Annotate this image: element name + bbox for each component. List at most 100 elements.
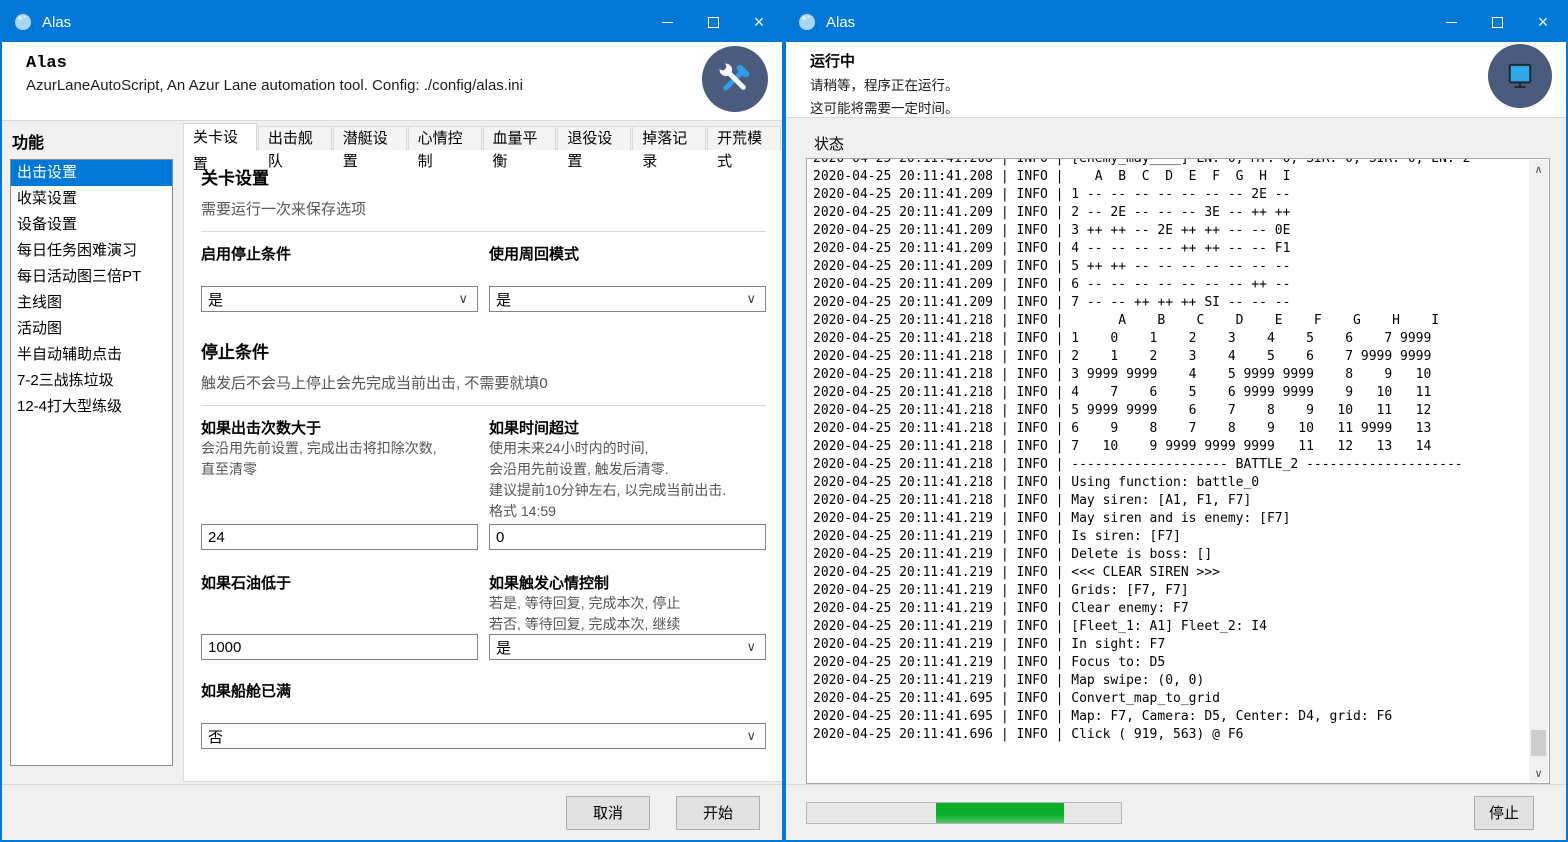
tab-active[interactable]: 关卡设置 <box>183 123 257 151</box>
settings-window: Alas × Alas AzurLaneAutoScript, An Azur … <box>0 0 784 842</box>
stop-section-desc: 触发后不会马上停止会先完成当前出击, 不需要就填0 <box>201 372 766 393</box>
log-line: 2020-04-25 20:11:41.218 | INFO | 2 1 2 3… <box>813 348 1549 366</box>
tab-item[interactable]: 掉落记录 <box>632 126 706 150</box>
sidebar-item[interactable]: 半自动辅助点击 <box>11 342 172 368</box>
sidebar-title: 功能 <box>12 129 44 153</box>
close-button[interactable]: × <box>1520 2 1566 42</box>
oil-below-input[interactable] <box>202 635 477 659</box>
field-desc <box>201 593 478 634</box>
count-gt-box <box>201 524 478 550</box>
tools-badge <box>702 46 768 112</box>
settings-body: 功能 出击设置收菜设置设备设置每日任务困难演习每日活动图三倍PT主线图活动图半自… <box>2 121 782 784</box>
sidebar-item[interactable]: 每日活动图三倍PT <box>11 264 172 290</box>
section-desc: 需要运行一次来保存选项 <box>201 198 766 219</box>
divider <box>201 231 766 232</box>
maximize-button[interactable] <box>1474 2 1520 42</box>
progress-fill <box>936 803 1065 823</box>
sidebar-item[interactable]: 7-2三战拣垃圾 <box>11 368 172 394</box>
field-desc: 使用未来24小时内的时间, 会沿用先前设置, 触发后清零. 建议提前10分钟左右… <box>489 438 766 524</box>
maximize-button[interactable] <box>690 2 736 42</box>
progress-bar <box>806 802 1122 824</box>
log-line: 2020-04-25 20:11:41.219 | INFO | Grids: … <box>813 582 1549 600</box>
field-desc: 若是, 等待回复, 完成本次, 停止 若否, 等待回复, 完成本次, 继续 <box>489 593 766 634</box>
log-line: 2020-04-25 20:11:41.218 | INFO | Using f… <box>813 474 1549 492</box>
sidebar-item[interactable]: 收菜设置 <box>11 186 172 212</box>
log-line: 2020-04-25 20:11:41.695 | INFO | Map: F7… <box>813 708 1549 726</box>
log-line: 2020-04-25 20:11:41.209 | INFO | 6 -- --… <box>813 276 1549 294</box>
log-line: 2020-04-25 20:11:41.219 | INFO | <<< CLE… <box>813 564 1549 582</box>
close-icon: × <box>754 13 765 31</box>
field-count-gt: 如果出击次数大于 会沿用先前设置, 完成出击将扣除次数, 直至清零 <box>201 417 478 550</box>
field-label: 如果时间超过 <box>489 417 766 438</box>
log-box: 2020-04-25 20:11:41.208 | INFO | [enemy_… <box>806 158 1550 784</box>
minimize-icon <box>662 22 673 23</box>
log-line: 2020-04-25 20:11:41.218 | INFO | 3 9999 … <box>813 366 1549 384</box>
stop-section-title: 停止条件 <box>201 338 766 363</box>
settings-titlebar: Alas × <box>2 2 782 42</box>
scrollbar-thumb[interactable] <box>1531 730 1546 756</box>
runner-body: 状态 2020-04-25 20:11:41.208 | INFO | [ene… <box>786 118 1566 784</box>
log-scrollbar[interactable]: ∧ ∨ <box>1529 160 1548 782</box>
tab-item[interactable]: 出击舰队 <box>258 126 332 150</box>
minimize-button[interactable] <box>1428 2 1474 42</box>
settings-footer: 取消 开始 <box>2 784 782 840</box>
form-row-limits: 如果出击次数大于 会沿用先前设置, 完成出击将扣除次数, 直至清零 如果时间超过… <box>201 417 766 550</box>
log-line: 2020-04-25 20:11:41.208 | INFO | [enemy_… <box>813 158 1549 168</box>
sidebar-item[interactable]: 出击设置 <box>11 160 172 186</box>
close-button[interactable]: × <box>736 2 782 42</box>
field-loop-mode: 使用周回模式 是 ∨ <box>489 243 766 312</box>
runner-window: Alas × 运行中 请稍等，程序正在运行。 这可能将需要一定时间。 状态 <box>784 0 1568 842</box>
log-line: 2020-04-25 20:11:41.218 | INFO | 5 9999 … <box>813 402 1549 420</box>
tab-strip: 关卡设置出击舰队潜艇设置心情控制血量平衡退役设置掉落记录开荒模式 <box>183 123 782 150</box>
selected-value: 是 <box>208 289 223 310</box>
sidebar-item[interactable]: 活动图 <box>11 316 172 342</box>
scroll-down-icon[interactable]: ∨ <box>1529 764 1548 782</box>
log-line: 2020-04-25 20:11:41.209 | INFO | 2 -- 2E… <box>813 204 1549 222</box>
tab-item[interactable]: 退役设置 <box>557 126 631 150</box>
caption-buttons: × <box>644 2 782 42</box>
caption-buttons: × <box>1428 2 1566 42</box>
scroll-up-icon[interactable]: ∧ <box>1529 160 1548 178</box>
chevron-down-icon: ∨ <box>746 728 756 744</box>
loop-mode-select[interactable]: 是 ∨ <box>489 286 766 312</box>
log-line: 2020-04-25 20:11:41.219 | INFO | Delete … <box>813 546 1549 564</box>
dock-full-select[interactable]: 否 ∨ <box>201 723 766 749</box>
form-row-oil-emotion: 如果石油低于 如果触发心情控制 若是, 等待回复, 完成本次, 停止 若否, 等… <box>201 572 766 660</box>
monitor-icon <box>1501 57 1539 95</box>
chevron-down-icon: ∨ <box>746 639 756 655</box>
alas-app: Alas × Alas AzurLaneAutoScript, An Azur … <box>0 0 1568 842</box>
field-label: 如果触发心情控制 <box>489 572 766 593</box>
start-button[interactable]: 开始 <box>676 796 760 830</box>
settings-header: Alas AzurLaneAutoScript, An Azur Lane au… <box>2 42 782 121</box>
section-title: 关卡设置 <box>201 164 766 189</box>
running-line2: 这可能将需要一定时间。 <box>786 94 1566 117</box>
sidebar-item[interactable]: 主线图 <box>11 290 172 316</box>
minimize-button[interactable] <box>644 2 690 42</box>
field-label: 使用周回模式 <box>489 243 766 264</box>
runner-header: 运行中 请稍等，程序正在运行。 这可能将需要一定时间。 <box>786 42 1566 118</box>
function-listbox[interactable]: 出击设置收菜设置设备设置每日任务困难演习每日活动图三倍PT主线图活动图半自动辅助… <box>10 159 173 766</box>
app-logo-icon <box>796 11 818 33</box>
dock-full-label: 如果船舱已满 <box>201 680 766 701</box>
tab-item[interactable]: 潜艇设置 <box>333 126 407 150</box>
sidebar-item[interactable]: 每日任务困难演习 <box>11 238 172 264</box>
wrench-icon <box>715 59 755 99</box>
running-title: 运行中 <box>786 42 1566 71</box>
stop-button[interactable]: 停止 <box>1474 796 1534 830</box>
selected-value: 否 <box>208 726 223 747</box>
cancel-button[interactable]: 取消 <box>566 796 650 830</box>
emotion-trigger-select[interactable]: 是 ∨ <box>489 634 766 660</box>
sidebar-item[interactable]: 设备设置 <box>11 212 172 238</box>
chevron-down-icon: ∨ <box>458 291 468 307</box>
tab-panel-stage-settings: 关卡设置 需要运行一次来保存选项 启用停止条件 是 ∨ 使用周回模式 <box>183 149 782 782</box>
sidebar-item[interactable]: 12-4打大型练级 <box>11 394 172 420</box>
field-time-over: 如果时间超过 使用未来24小时内的时间, 会沿用先前设置, 触发后清零. 建议提… <box>489 417 766 550</box>
time-over-input[interactable] <box>490 525 765 549</box>
log-line: 2020-04-25 20:11:41.219 | INFO | Is sire… <box>813 528 1549 546</box>
tab-item[interactable]: 血量平衡 <box>483 126 557 150</box>
chevron-down-icon: ∨ <box>746 291 756 307</box>
tab-item[interactable]: 心情控制 <box>408 126 482 150</box>
count-gt-input[interactable] <box>202 525 477 549</box>
tab-item[interactable]: 开荒模式 <box>707 126 781 150</box>
enable-stop-select[interactable]: 是 ∨ <box>201 286 478 312</box>
